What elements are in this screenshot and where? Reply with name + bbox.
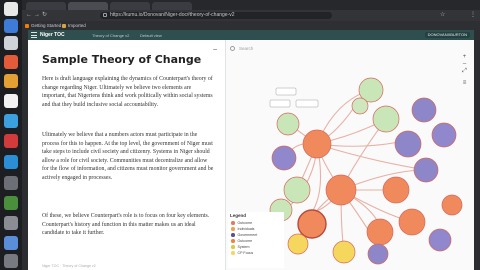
breadcrumb-map[interactable]: Theory of Change v2 xyxy=(92,32,129,39)
app-icon[interactable] xyxy=(4,254,18,268)
legend-swatch xyxy=(231,239,235,243)
legend-label: Government xyxy=(237,233,258,237)
bookmark-imported[interactable]: Imported xyxy=(62,22,86,29)
description-pane: – Sample Theory of Change Here is draft … xyxy=(28,40,226,270)
app-icon[interactable] xyxy=(4,216,18,230)
map-node[interactable] xyxy=(325,174,357,206)
reload-icon[interactable]: ↻ xyxy=(42,11,47,20)
browser-tab[interactable] xyxy=(68,2,108,10)
app-icon[interactable] xyxy=(4,2,18,16)
app-icon[interactable] xyxy=(4,74,18,88)
map-node[interactable] xyxy=(332,240,356,264)
map-node[interactable] xyxy=(287,233,309,255)
map-node[interactable] xyxy=(372,105,400,133)
pane-footer: Niger TOC · Theory of Change v2 xyxy=(42,264,96,268)
url-text: https://kumu.io/Donovan/Niger-doc#theory… xyxy=(110,12,235,18)
browser-tab[interactable] xyxy=(152,2,192,10)
legend-panel: Legend Outcome Individuals Government Ou… xyxy=(228,212,284,268)
paragraph-actors: Ultimately we believe that a numbers act… xyxy=(42,132,214,181)
bookmark-label: Imported xyxy=(68,23,86,28)
browser-tab[interactable] xyxy=(26,2,66,10)
legend-label: System xyxy=(237,245,250,249)
app-icon[interactable] xyxy=(4,155,18,169)
map-node[interactable] xyxy=(302,129,332,159)
bookmark-getting-started[interactable]: Getting Started xyxy=(25,22,61,29)
map-node[interactable] xyxy=(411,97,437,123)
legend-swatch xyxy=(231,245,235,249)
bookmarks-bar: Getting Started Imported xyxy=(22,21,480,30)
forward-arrow-icon[interactable]: → xyxy=(34,11,40,20)
page-title: Sample Theory of Change xyxy=(42,53,202,66)
app-icon[interactable] xyxy=(4,94,18,108)
map-canvas[interactable]: Search + – ⤢ ≡ Legend Outcome Individual… xyxy=(226,40,474,270)
node-label xyxy=(269,99,291,108)
map-node[interactable] xyxy=(276,112,300,136)
app-icon[interactable] xyxy=(4,55,18,69)
hamburger-icon[interactable] xyxy=(31,32,37,38)
tab-strip xyxy=(22,0,480,10)
paragraph-focus: Of these, we believe Counterpart's role … xyxy=(42,213,210,237)
address-bar[interactable]: https://kumu.io/Donovan/Niger-doc#theory… xyxy=(100,12,332,19)
map-node[interactable] xyxy=(428,228,452,252)
close-icon[interactable]: – xyxy=(213,46,217,53)
app-icon[interactable] xyxy=(4,176,18,190)
map-node[interactable] xyxy=(367,243,389,265)
bookmark-label: Getting Started xyxy=(31,23,62,28)
legend-item: CP Focus xyxy=(228,250,284,256)
map-node[interactable] xyxy=(271,145,297,171)
folder-icon xyxy=(62,23,66,28)
legend-swatch xyxy=(231,251,235,255)
app-header: Niger TOC Theory of Change v2 Default vi… xyxy=(28,30,474,40)
app-icon[interactable] xyxy=(4,236,18,250)
bookmark-icon xyxy=(25,23,29,28)
map-node[interactable] xyxy=(431,122,457,148)
app-icon[interactable] xyxy=(4,134,18,148)
app-icon[interactable] xyxy=(4,114,18,128)
map-node[interactable] xyxy=(297,209,327,239)
menu-icon[interactable]: ⋮ xyxy=(470,11,476,20)
star-icon[interactable]: ☆ xyxy=(440,11,445,20)
map-node[interactable] xyxy=(283,176,311,204)
user-menu[interactable]: DONOVANXBURTON xyxy=(424,32,470,38)
map-node[interactable] xyxy=(441,194,463,216)
node-label xyxy=(295,99,319,108)
map-node[interactable] xyxy=(398,208,426,236)
app-icon[interactable] xyxy=(4,19,18,33)
app-icon[interactable] xyxy=(4,36,18,50)
legend-title: Legend xyxy=(230,213,247,218)
app-title: Niger TOC xyxy=(40,32,65,38)
kumu-page: Niger TOC Theory of Change v2 Default vi… xyxy=(28,30,474,270)
node-label xyxy=(275,87,297,96)
app-rail xyxy=(0,0,22,270)
back-arrow-icon[interactable]: ← xyxy=(26,11,32,20)
lock-icon xyxy=(103,13,107,17)
legend-label: CP Focus xyxy=(237,251,254,255)
map-node[interactable] xyxy=(382,176,410,204)
legend-label: Individuals xyxy=(237,227,255,231)
legend-label: Outcome xyxy=(237,221,253,225)
map-node[interactable] xyxy=(366,218,394,246)
browser-tab[interactable] xyxy=(110,2,150,10)
legend-swatch xyxy=(231,233,235,237)
paragraph-intro: Here is draft language explaining the dy… xyxy=(42,76,213,108)
legend-label: Outcome xyxy=(237,239,253,243)
breadcrumb-view[interactable]: Default view xyxy=(140,32,162,39)
app-icon[interactable] xyxy=(4,196,18,210)
map-node[interactable] xyxy=(351,97,369,115)
map-node[interactable] xyxy=(394,130,422,158)
legend-swatch xyxy=(231,221,235,225)
map-node[interactable] xyxy=(413,157,439,183)
legend-swatch xyxy=(231,227,235,231)
